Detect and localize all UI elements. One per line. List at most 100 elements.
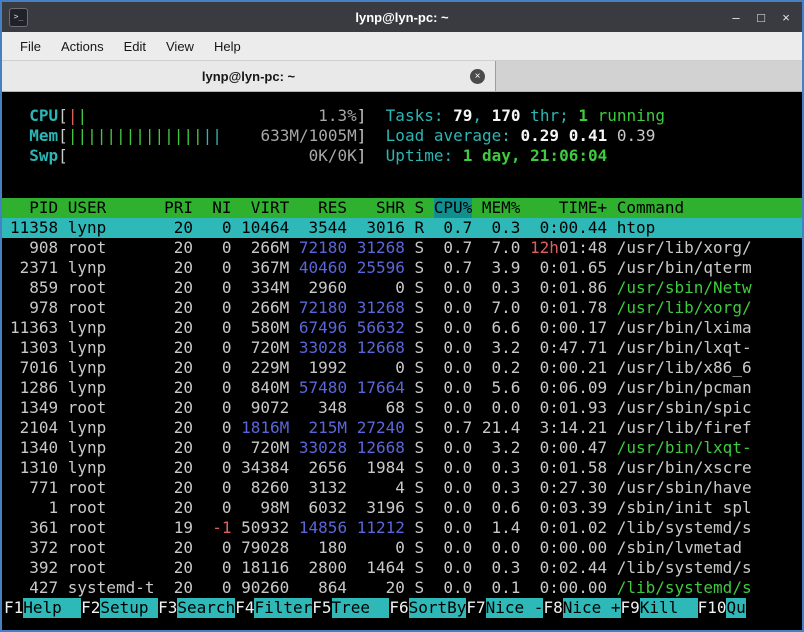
cell-user: root <box>68 298 155 318</box>
process-row-1310[interactable]: 1310lynp2003438426561984S0.00.30:01.58/u… <box>2 458 802 478</box>
col-header-time[interactable]: TIME+ <box>530 198 607 218</box>
cell-res: 1992 <box>299 358 347 378</box>
fkey-f6[interactable]: F6SortBy <box>389 598 466 618</box>
col-header-user[interactable]: USER <box>68 198 155 218</box>
col-header-pri[interactable]: PRI <box>164 198 193 218</box>
close-button[interactable]: × <box>776 10 796 25</box>
menu-item-view[interactable]: View <box>156 35 204 58</box>
cell-time: 0:00.44 <box>530 218 607 238</box>
cell-mem: 0.0 <box>482 538 521 558</box>
cell-s: S <box>414 318 424 338</box>
fkey-f4[interactable]: F4Filter <box>235 598 312 618</box>
col-header-s[interactable]: S <box>414 198 424 218</box>
cell-s: S <box>414 338 424 358</box>
cell-pid: 1340 <box>10 438 58 458</box>
cell-user: root <box>68 278 155 298</box>
menu-item-file[interactable]: File <box>10 35 51 58</box>
cell-time: 0:03.39 <box>530 498 607 518</box>
maximize-button[interactable]: □ <box>751 10 771 25</box>
process-row-11363[interactable]: 11363lynp200580M6749656632S0.06.60:00.17… <box>2 318 802 338</box>
process-row-1340[interactable]: 1340lynp200720M3302812668S0.03.20:00.47/… <box>2 438 802 458</box>
col-header-cpu[interactable]: CPU% <box>434 198 473 218</box>
process-row-7016[interactable]: 7016lynp200229M19920S0.00.20:00.21/usr/l… <box>2 358 802 378</box>
cell-time: 0:00.47 <box>530 438 607 458</box>
col-header-command[interactable]: Command <box>617 198 802 218</box>
cell-res: 2800 <box>299 558 347 578</box>
cell-cpu: 0.0 <box>434 358 473 378</box>
fkey-f5[interactable]: F5Tree <box>312 598 389 618</box>
col-header-ni[interactable]: NI <box>203 198 232 218</box>
blank-line <box>2 166 802 198</box>
process-row-11358[interactable]: 11358lynp2001046435443016R0.70.30:00.44h… <box>2 218 802 238</box>
tab-title: lynp@lyn-pc: ~ <box>202 69 295 84</box>
menu-bar: File Actions Edit View Help <box>2 32 802 61</box>
minimize-button[interactable]: – <box>726 10 746 25</box>
cell-ni: 0 <box>203 498 232 518</box>
col-header-mem[interactable]: MEM% <box>482 198 521 218</box>
swap-meter-line: Swp[0K/0K]Uptime: 1 day, 21:06:04 <box>2 146 802 166</box>
cell-s: R <box>414 218 424 238</box>
process-row-1[interactable]: 1root20098M60323196S0.00.60:03.39/sbin/i… <box>2 498 802 518</box>
col-header-shr[interactable]: SHR <box>357 198 405 218</box>
table-header-row: PID USER PRI NI VIRT RES SHR S CPU% MEM% TIME+ Comm… <box>2 198 802 218</box>
process-row-372[interactable]: 372root200790281800S0.00.00:00.00/sbin/l… <box>2 538 802 558</box>
tab-close-icon[interactable]: × <box>470 69 485 84</box>
process-row-978[interactable]: 978root200266M7218031268S0.07.00:01.78/u… <box>2 298 802 318</box>
col-header-virt[interactable]: VIRT <box>241 198 289 218</box>
col-header-pid[interactable]: PID <box>10 198 58 218</box>
title-bar[interactable]: >_ lynp@lyn-pc: ~ – □ × <box>2 2 802 32</box>
cell-res: 2960 <box>299 278 347 298</box>
menu-item-edit[interactable]: Edit <box>114 35 156 58</box>
fkey-f9[interactable]: F9Kill <box>621 598 698 618</box>
cell-ni: 0 <box>203 278 232 298</box>
cell-pid: 11363 <box>10 318 58 338</box>
fkey-f2[interactable]: F2Setup <box>81 598 158 618</box>
cell-cpu: 0.0 <box>434 498 473 518</box>
tab-shell-session[interactable]: lynp@lyn-pc: ~ × <box>2 61 496 91</box>
fkey-f1[interactable]: F1Help <box>4 598 81 618</box>
cell-res: 33028 <box>299 438 347 458</box>
cell-virt: 334M <box>241 278 289 298</box>
process-row-1349[interactable]: 1349root200907234868S0.00.00:01.93/usr/s… <box>2 398 802 418</box>
process-row-427[interactable]: 427systemd-t2009026086420S0.00.10:00.00/… <box>2 578 802 598</box>
process-row-361[interactable]: 361root19-1509321485611212S0.01.40:01.02… <box>2 518 802 538</box>
cell-mem: 5.6 <box>482 378 521 398</box>
fkey-f10[interactable]: F10Qu <box>698 598 746 618</box>
cell-mem: 7.0 <box>482 238 521 258</box>
process-row-1303[interactable]: 1303lynp200720M3302812668S0.03.20:47.71/… <box>2 338 802 358</box>
cell-command: /usr/bin/pcman <box>617 378 802 398</box>
cell-mem: 0.2 <box>482 358 521 378</box>
fkey-f8[interactable]: F8Nice + <box>543 598 620 618</box>
cell-user: lynp <box>68 438 155 458</box>
process-row-859[interactable]: 859root200334M29600S0.00.30:01.86/usr/sb… <box>2 278 802 298</box>
terminal-screen[interactable]: CPU[||1.3%]Tasks: 79, 170 thr; 1 running… <box>2 92 802 630</box>
menu-item-help[interactable]: Help <box>204 35 251 58</box>
process-row-392[interactable]: 392root2001811628001464S0.00.30:02.44/li… <box>2 558 802 578</box>
cell-pid: 361 <box>10 518 58 538</box>
cell-pid: 427 <box>10 578 58 598</box>
cell-cpu: 0.0 <box>434 378 473 398</box>
cell-pri: 20 <box>164 398 193 418</box>
cell-shr: 0 <box>357 538 405 558</box>
cell-command: /usr/sbin/have <box>617 478 802 498</box>
fkey-f3[interactable]: F3Search <box>158 598 235 618</box>
cell-command: /usr/bin/lxqt- <box>617 338 802 358</box>
cell-shr: 27240 <box>357 418 405 438</box>
process-row-2104[interactable]: 2104lynp2001816M215M27240S0.721.43:14.21… <box>2 418 802 438</box>
menu-item-actions[interactable]: Actions <box>51 35 114 58</box>
cell-command: /usr/lib/x86_6 <box>617 358 802 378</box>
process-row-908[interactable]: 908root200266M7218031268S0.77.012h01:48/… <box>2 238 802 258</box>
cell-shr: 17664 <box>357 378 405 398</box>
process-row-771[interactable]: 771root200826031324S0.00.30:27.30/usr/sb… <box>2 478 802 498</box>
process-row-1286[interactable]: 1286lynp200840M5748017664S0.05.60:06.09/… <box>2 378 802 398</box>
cell-res: 14856 <box>299 518 347 538</box>
cell-shr: 12668 <box>357 338 405 358</box>
col-header-res[interactable]: RES <box>299 198 347 218</box>
cell-time: 0:01.86 <box>530 278 607 298</box>
terminal-window: >_ lynp@lyn-pc: ~ – □ × File Actions Edi… <box>0 0 804 632</box>
cell-mem: 0.3 <box>482 218 521 238</box>
fkey-f7[interactable]: F7Nice - <box>466 598 543 618</box>
cell-s: S <box>414 438 424 458</box>
process-row-2371[interactable]: 2371lynp200367M4046025596S0.73.90:01.65/… <box>2 258 802 278</box>
cell-command: /usr/lib/firef <box>617 418 802 438</box>
